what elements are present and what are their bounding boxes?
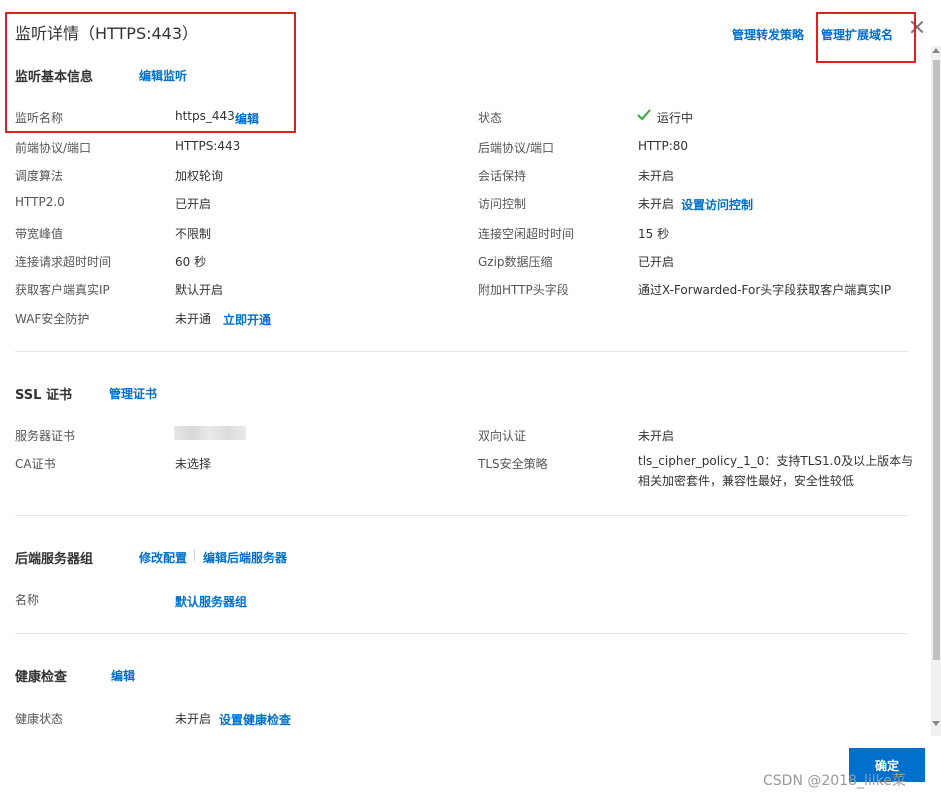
- value-idle-timeout: 15 秒: [638, 227, 670, 241]
- label-tls-policy: TLS安全策略: [478, 457, 548, 471]
- value-status: 运行中: [657, 111, 694, 125]
- value-mutual-auth: 未开启: [638, 429, 675, 443]
- scrollbar-thumb[interactable]: [933, 60, 940, 660]
- label-idle-timeout: 连接空闲超时时间: [478, 227, 575, 241]
- value-scheduling: 加权轮询: [175, 169, 224, 183]
- highlight-box-domain: [816, 12, 916, 63]
- edit-health-link[interactable]: 编辑: [111, 667, 135, 684]
- label-bandwidth: 带宽峰值: [15, 227, 64, 241]
- section-divider: [15, 515, 908, 516]
- section-divider: [15, 351, 908, 352]
- scroll-down-arrow-icon[interactable]: [932, 721, 940, 726]
- value-bandwidth: 不限制: [175, 227, 212, 241]
- manage-forward-policy-link[interactable]: 管理转发策略: [732, 26, 804, 43]
- section-title-basic: 监听基本信息: [15, 70, 94, 85]
- label-http-header: 附加HTTP头字段: [478, 283, 569, 297]
- label-http2: HTTP2.0: [15, 195, 65, 209]
- enable-waf-link[interactable]: 立即开通: [223, 311, 271, 328]
- scroll-up-arrow-icon[interactable]: [932, 48, 940, 53]
- value-gzip: 已开启: [638, 255, 675, 269]
- value-health-status: 未开启: [175, 712, 212, 726]
- link-separator: [194, 549, 195, 561]
- label-mutual-auth: 双向认证: [478, 429, 527, 443]
- label-frontend-protocol: 前端协议/端口: [15, 141, 92, 155]
- set-health-check-link[interactable]: 设置健康检查: [219, 711, 291, 728]
- check-icon: [637, 109, 651, 121]
- label-waf: WAF安全防护: [15, 312, 90, 326]
- value-access-control: 未开启: [638, 197, 675, 211]
- edit-listener-link[interactable]: 编辑监听: [139, 67, 187, 84]
- edit-name-link[interactable]: 编辑: [235, 110, 259, 127]
- section-title-backend: 后端服务器组: [15, 552, 94, 567]
- label-request-timeout: 连接请求超时时间: [15, 255, 112, 269]
- value-waf: 未开通: [175, 312, 212, 326]
- label-server-cert: 服务器证书: [15, 429, 76, 443]
- modify-config-link[interactable]: 修改配置: [139, 549, 187, 566]
- value-frontend-protocol: HTTPS:443: [175, 139, 241, 153]
- value-session-persistence: 未开启: [638, 169, 675, 183]
- section-title-health: 健康检查: [15, 670, 68, 685]
- value-listener-name: https_443: [175, 109, 235, 123]
- value-http2: 已开启: [175, 197, 212, 211]
- value-tls-policy: tls_cipher_policy_1_0：支持TLS1.0及以上版本与相关加密…: [638, 454, 914, 488]
- manage-cert-link[interactable]: 管理证书: [109, 385, 157, 402]
- label-client-ip: 获取客户端真实IP: [15, 283, 110, 297]
- value-request-timeout: 60 秒: [175, 255, 207, 269]
- label-scheduling: 调度算法: [15, 169, 64, 183]
- label-health-status: 健康状态: [15, 712, 64, 726]
- label-group-name: 名称: [15, 593, 40, 607]
- edit-backend-servers-link[interactable]: 编辑后端服务器: [203, 549, 287, 566]
- label-backend-protocol: 后端协议/端口: [478, 141, 555, 155]
- default-server-group-link[interactable]: 默认服务器组: [175, 593, 247, 610]
- watermark: CSDN @2018_lilke菜: [763, 773, 906, 789]
- value-client-ip: 默认开启: [175, 283, 224, 297]
- label-ca-cert: CA证书: [15, 457, 56, 471]
- label-listener-name: 监听名称: [15, 111, 64, 125]
- section-divider: [15, 633, 908, 634]
- value-http-header: 通过X-Forwarded-For头字段获取客户端真实IP: [638, 283, 892, 297]
- label-access-control: 访问控制: [478, 197, 527, 211]
- server-cert-blurred-value: [174, 426, 246, 440]
- label-gzip: Gzip数据压缩: [478, 255, 553, 269]
- label-session-persistence: 会话保持: [478, 169, 527, 183]
- section-title-ssl: SSL 证书: [15, 388, 72, 403]
- label-status: 状态: [478, 111, 503, 125]
- set-access-control-link[interactable]: 设置访问控制: [681, 196, 753, 213]
- value-backend-protocol: HTTP:80: [638, 139, 689, 153]
- value-ca-cert: 未选择: [175, 457, 212, 471]
